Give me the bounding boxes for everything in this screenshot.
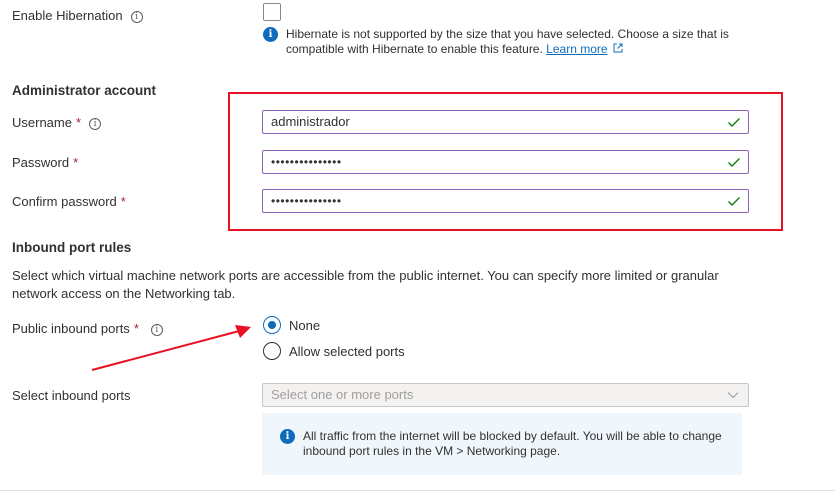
password-label: Password * bbox=[12, 155, 78, 171]
hibernation-note: Hibernate is not supported by the size t… bbox=[286, 27, 756, 57]
radio-allow-selected[interactable] bbox=[263, 342, 281, 360]
radio-allow-label: Allow selected ports bbox=[289, 344, 405, 359]
radio-none-label: None bbox=[289, 318, 321, 333]
required-mark: * bbox=[73, 155, 79, 170]
hibernation-label-text: Enable Hibernation bbox=[12, 8, 123, 23]
password-label-text: Password bbox=[12, 155, 70, 170]
admin-section-title: Administrator account bbox=[12, 83, 157, 98]
info-icon[interactable]: i bbox=[89, 118, 102, 130]
dropdown-placeholder: Select one or more ports bbox=[271, 387, 414, 402]
username-label: Username * i bbox=[12, 115, 102, 131]
inbound-ports-dropdown[interactable]: Select one or more ports bbox=[262, 383, 749, 407]
hibernation-note-text: Hibernate is not supported by the size t… bbox=[286, 27, 729, 56]
required-mark: * bbox=[120, 194, 126, 209]
info-filled-icon: i bbox=[263, 27, 278, 42]
hibernation-label: Enable Hibernation i bbox=[12, 8, 143, 24]
info-icon[interactable]: i bbox=[130, 11, 143, 23]
learn-more-link[interactable]: Learn more bbox=[546, 42, 607, 56]
hibernation-checkbox[interactable] bbox=[263, 3, 281, 21]
required-mark: * bbox=[75, 115, 82, 130]
inbound-section-title: Inbound port rules bbox=[12, 240, 132, 255]
inbound-description: Select which virtual machine network por… bbox=[12, 268, 719, 301]
radio-option-none[interactable] bbox=[263, 316, 281, 334]
chevron-down-icon bbox=[727, 392, 739, 399]
external-link-icon bbox=[613, 43, 623, 53]
inbound-info-text: All traffic from the internet will be bl… bbox=[303, 429, 722, 458]
confirm-password-label-text: Confirm password bbox=[12, 194, 117, 209]
username-label-text: Username bbox=[12, 115, 72, 130]
confirm-password-label: Confirm password * bbox=[12, 194, 126, 210]
divider bbox=[0, 490, 835, 491]
annotation-arrow bbox=[91, 325, 251, 371]
annotation-rectangle bbox=[228, 92, 783, 231]
radio-none[interactable] bbox=[263, 316, 281, 334]
inbound-info-box: i All traffic from the internet will be … bbox=[262, 413, 742, 475]
info-filled-icon: i bbox=[280, 429, 295, 444]
radio-option-allow[interactable] bbox=[263, 342, 281, 360]
select-inbound-label: Select inbound ports bbox=[12, 388, 131, 403]
